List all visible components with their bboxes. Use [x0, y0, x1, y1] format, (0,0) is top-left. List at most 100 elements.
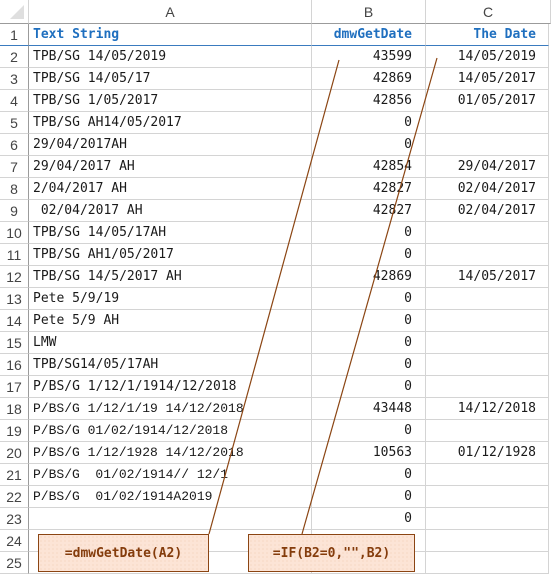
- cell-the-date[interactable]: 02/04/2017: [426, 178, 549, 200]
- row-header[interactable]: 1: [0, 24, 29, 46]
- row-header[interactable]: 7: [0, 156, 29, 178]
- cell-text-string[interactable]: P/BS/G 1/12/1/1914/12/2018: [29, 376, 312, 398]
- row-header[interactable]: 3: [0, 68, 29, 90]
- cell-text-string[interactable]: Pete 5/9/19: [29, 288, 312, 310]
- cell-the-date[interactable]: [426, 530, 549, 552]
- row-header[interactable]: 4: [0, 90, 29, 112]
- cell-text-string[interactable]: [29, 508, 312, 530]
- cell-dmwgetdate[interactable]: 0: [312, 332, 426, 354]
- cell-text-string[interactable]: P/BS/G 1/12/1928 14/12/2018: [29, 442, 312, 464]
- cell-dmwgetdate[interactable]: 0: [312, 222, 426, 244]
- cell-text-string[interactable]: TPB/SG14/05/17AH: [29, 354, 312, 376]
- cell-the-date[interactable]: [426, 464, 549, 486]
- column-header-a[interactable]: A: [29, 0, 312, 24]
- row-header[interactable]: 2: [0, 46, 29, 68]
- cell-the-date[interactable]: 02/04/2017: [426, 200, 549, 222]
- cell-dmwgetdate[interactable]: 42869: [312, 68, 426, 90]
- cell-the-date[interactable]: [426, 486, 549, 508]
- cell-the-date[interactable]: 14/05/2017: [426, 68, 549, 90]
- cell-dmwgetdate[interactable]: 43599: [312, 46, 426, 68]
- row-header[interactable]: 22: [0, 486, 29, 508]
- row-header[interactable]: 13: [0, 288, 29, 310]
- cell-dmwgetdate[interactable]: 0: [312, 464, 426, 486]
- cell-the-date[interactable]: [426, 354, 549, 376]
- select-all-corner[interactable]: [0, 0, 29, 24]
- row-header[interactable]: 24: [0, 530, 29, 552]
- cell-dmwgetdate[interactable]: 0: [312, 310, 426, 332]
- cell-text-string[interactable]: 29/04/2017AH: [29, 134, 312, 156]
- cell-the-date[interactable]: 14/05/2017: [426, 266, 549, 288]
- cell-the-date[interactable]: [426, 376, 549, 398]
- cell-the-date[interactable]: 29/04/2017: [426, 156, 549, 178]
- cell-text-string[interactable]: P/BS/G 01/02/1914A2019: [29, 486, 312, 508]
- row-header[interactable]: 10: [0, 222, 29, 244]
- row-header[interactable]: 16: [0, 354, 29, 376]
- cell-text-string[interactable]: P/BS/G 1/12/1/19 14/12/2018: [29, 398, 312, 420]
- row-header[interactable]: 12: [0, 266, 29, 288]
- row-header[interactable]: 20: [0, 442, 29, 464]
- row-header[interactable]: 8: [0, 178, 29, 200]
- cell-text-string[interactable]: 29/04/2017 AH: [29, 156, 312, 178]
- cell-the-date[interactable]: [426, 552, 549, 574]
- cell-dmwgetdate[interactable]: 0: [312, 508, 426, 530]
- cell-the-date[interactable]: [426, 332, 549, 354]
- row-header[interactable]: 6: [0, 134, 29, 156]
- row-header[interactable]: 19: [0, 420, 29, 442]
- cell-text-string[interactable]: P/BS/G 01/02/1914/12/2018: [29, 420, 312, 442]
- row-header[interactable]: 9: [0, 200, 29, 222]
- header-cell-dmwgetdate[interactable]: dmwGetDate: [312, 24, 426, 46]
- cell-text-string[interactable]: Pete 5/9 AH: [29, 310, 312, 332]
- row-header[interactable]: 5: [0, 112, 29, 134]
- cell-dmwgetdate[interactable]: 0: [312, 354, 426, 376]
- cell-the-date[interactable]: [426, 112, 549, 134]
- cell-the-date[interactable]: [426, 288, 549, 310]
- cell-the-date[interactable]: [426, 222, 549, 244]
- cell-text-string[interactable]: TPB/SG AH14/05/2017: [29, 112, 312, 134]
- cell-the-date[interactable]: 01/05/2017: [426, 90, 549, 112]
- cell-the-date[interactable]: [426, 310, 549, 332]
- cell-text-string[interactable]: TPB/SG 14/05/2019: [29, 46, 312, 68]
- cell-dmwgetdate[interactable]: 42869: [312, 266, 426, 288]
- cell-text-string[interactable]: 02/04/2017 AH: [29, 200, 312, 222]
- cell-the-date[interactable]: [426, 420, 549, 442]
- cell-the-date[interactable]: [426, 244, 549, 266]
- row-header[interactable]: 23: [0, 508, 29, 530]
- row-header[interactable]: 18: [0, 398, 29, 420]
- cell-dmwgetdate[interactable]: 43448: [312, 398, 426, 420]
- cell-the-date[interactable]: [426, 134, 549, 156]
- cell-text-string[interactable]: TPB/SG AH1/05/2017: [29, 244, 312, 266]
- cell-dmwgetdate[interactable]: 10563: [312, 442, 426, 464]
- cell-text-string[interactable]: TPB/SG 14/05/17: [29, 68, 312, 90]
- row-header[interactable]: 21: [0, 464, 29, 486]
- cell-dmwgetdate[interactable]: 0: [312, 420, 426, 442]
- cell-dmwgetdate[interactable]: 42854: [312, 156, 426, 178]
- row-header[interactable]: 11: [0, 244, 29, 266]
- cell-text-string[interactable]: LMW: [29, 332, 312, 354]
- cell-text-string[interactable]: TPB/SG 14/5/2017 AH: [29, 266, 312, 288]
- header-cell-text-string[interactable]: Text String: [29, 24, 312, 46]
- cell-text-string[interactable]: 2/04/2017 AH: [29, 178, 312, 200]
- column-header-c[interactable]: C: [426, 0, 551, 24]
- row-header[interactable]: 15: [0, 332, 29, 354]
- row-header[interactable]: 25: [0, 552, 29, 574]
- cell-the-date[interactable]: 14/12/2018: [426, 398, 549, 420]
- cell-dmwgetdate[interactable]: 0: [312, 376, 426, 398]
- row-header[interactable]: 17: [0, 376, 29, 398]
- cell-the-date[interactable]: [426, 508, 549, 530]
- cell-text-string[interactable]: P/BS/G 01/02/1914// 12/1: [29, 464, 312, 486]
- header-cell-the-date[interactable]: The Date: [426, 24, 549, 46]
- cell-dmwgetdate[interactable]: 0: [312, 244, 426, 266]
- row-header[interactable]: 14: [0, 310, 29, 332]
- cell-text-string[interactable]: TPB/SG 14/05/17AH: [29, 222, 312, 244]
- cell-dmwgetdate[interactable]: 0: [312, 486, 426, 508]
- cell-dmwgetdate[interactable]: 42827: [312, 178, 426, 200]
- column-header-b[interactable]: B: [312, 0, 426, 24]
- cell-dmwgetdate[interactable]: 0: [312, 134, 426, 156]
- cell-dmwgetdate[interactable]: 42827: [312, 200, 426, 222]
- cell-dmwgetdate[interactable]: 0: [312, 112, 426, 134]
- cell-the-date[interactable]: 01/12/1928: [426, 442, 549, 464]
- cell-dmwgetdate[interactable]: 0: [312, 288, 426, 310]
- cell-dmwgetdate[interactable]: 42856: [312, 90, 426, 112]
- cell-text-string[interactable]: TPB/SG 1/05/2017: [29, 90, 312, 112]
- cell-the-date[interactable]: 14/05/2019: [426, 46, 549, 68]
